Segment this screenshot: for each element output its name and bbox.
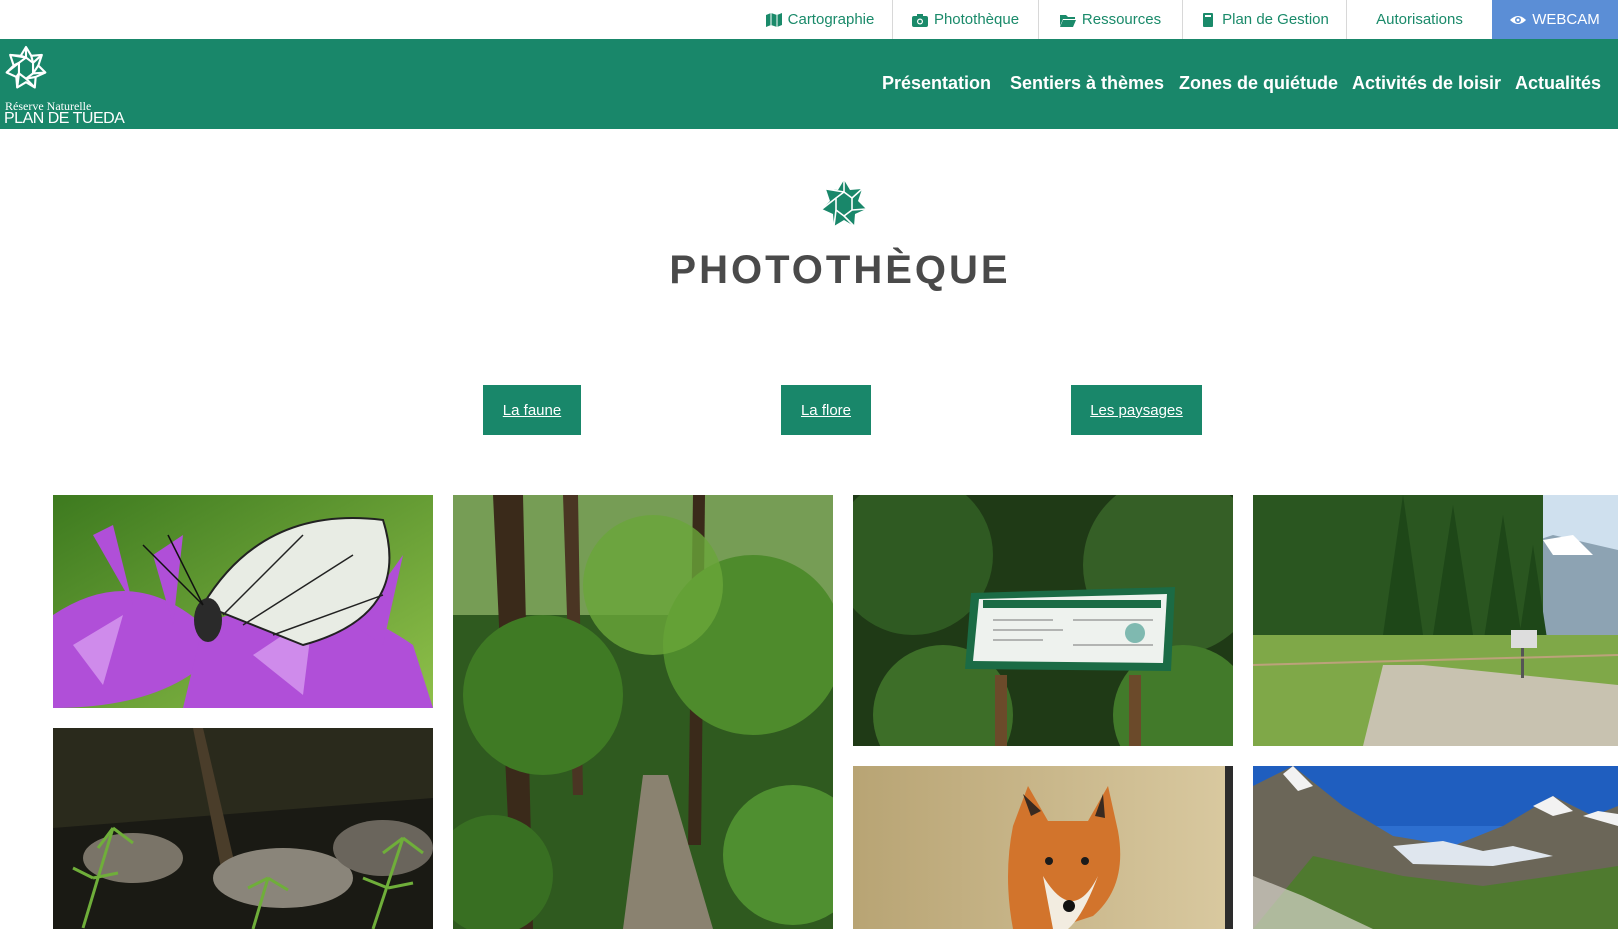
gallery-photo-forest-trail[interactable]	[453, 495, 833, 929]
topbar-link-plan-de-gestion[interactable]: Plan de Gestion	[1182, 0, 1346, 39]
camera-icon	[911, 13, 928, 27]
logo-name: PLAN DE TUEDA	[4, 110, 125, 127]
nav-activites-de-loisir[interactable]: Activités de loisir	[1352, 73, 1501, 94]
forest-trail-image	[453, 495, 833, 929]
filter-button-paysages[interactable]: Les paysages	[1071, 385, 1202, 435]
info-panel-image	[853, 495, 1233, 746]
filter-button-faune[interactable]: La faune	[483, 385, 581, 435]
folder-icon	[1059, 14, 1076, 27]
topbar-label: Photothèque	[933, 11, 1020, 28]
topbar-link-cartographie[interactable]: Cartographie	[748, 0, 892, 39]
gallery-photo-butterfly[interactable]	[53, 495, 433, 708]
gallery-photo-info-panel[interactable]	[853, 495, 1233, 746]
nav-presentation[interactable]: Présentation	[882, 73, 991, 94]
fox-image	[853, 766, 1233, 929]
nav-sentiers-a-themes[interactable]: Sentiers à thèmes	[1010, 73, 1164, 94]
gallery-photo-rocks-ferns[interactable]	[53, 728, 433, 929]
topbar-link-autorisations[interactable]: Autorisations	[1346, 0, 1492, 39]
topbar-label: WEBCAM	[1532, 11, 1600, 28]
nav-actualites[interactable]: Actualités	[1515, 73, 1601, 94]
filter-button-flore[interactable]: La flore	[781, 385, 871, 435]
gallery-photo-meadow-path[interactable]	[1253, 495, 1618, 746]
eye-icon	[1510, 15, 1527, 24]
topbar-label: Plan de Gestion	[1222, 11, 1329, 28]
top-utility-bar: Cartographie Photothèque Ressources Plan…	[0, 0, 1618, 39]
map-icon	[765, 12, 782, 27]
butterfly-image	[53, 495, 433, 708]
topbar-label: Autorisations	[1376, 11, 1463, 28]
snowflake-title-icon	[821, 180, 867, 227]
meadow-path-image	[1253, 495, 1618, 746]
topbar-link-ressources[interactable]: Ressources	[1038, 0, 1182, 39]
snowflake-logo-icon	[5, 45, 47, 89]
topbar-link-webcam[interactable]: WEBCAM	[1492, 0, 1618, 39]
nav-zones-de-quietude[interactable]: Zones de quiétude	[1179, 73, 1338, 94]
gallery-photo-mountains[interactable]	[1253, 766, 1618, 929]
site-logo[interactable]: Réserve Naturelle PLAN DE TUEDA	[4, 45, 134, 127]
book-icon	[1203, 12, 1214, 27]
gallery-photo-fox[interactable]	[853, 766, 1233, 929]
rocks-ferns-image	[53, 728, 433, 929]
topbar-label: Ressources	[1081, 11, 1162, 28]
page-title: PHOTOTHÈQUE	[669, 248, 1011, 292]
topbar-link-phototheque[interactable]: Photothèque	[892, 0, 1038, 39]
mountains-image	[1253, 766, 1618, 929]
topbar-label: Cartographie	[787, 11, 875, 28]
main-navigation: Réserve Naturelle PLAN DE TUEDA Présenta…	[0, 39, 1618, 129]
